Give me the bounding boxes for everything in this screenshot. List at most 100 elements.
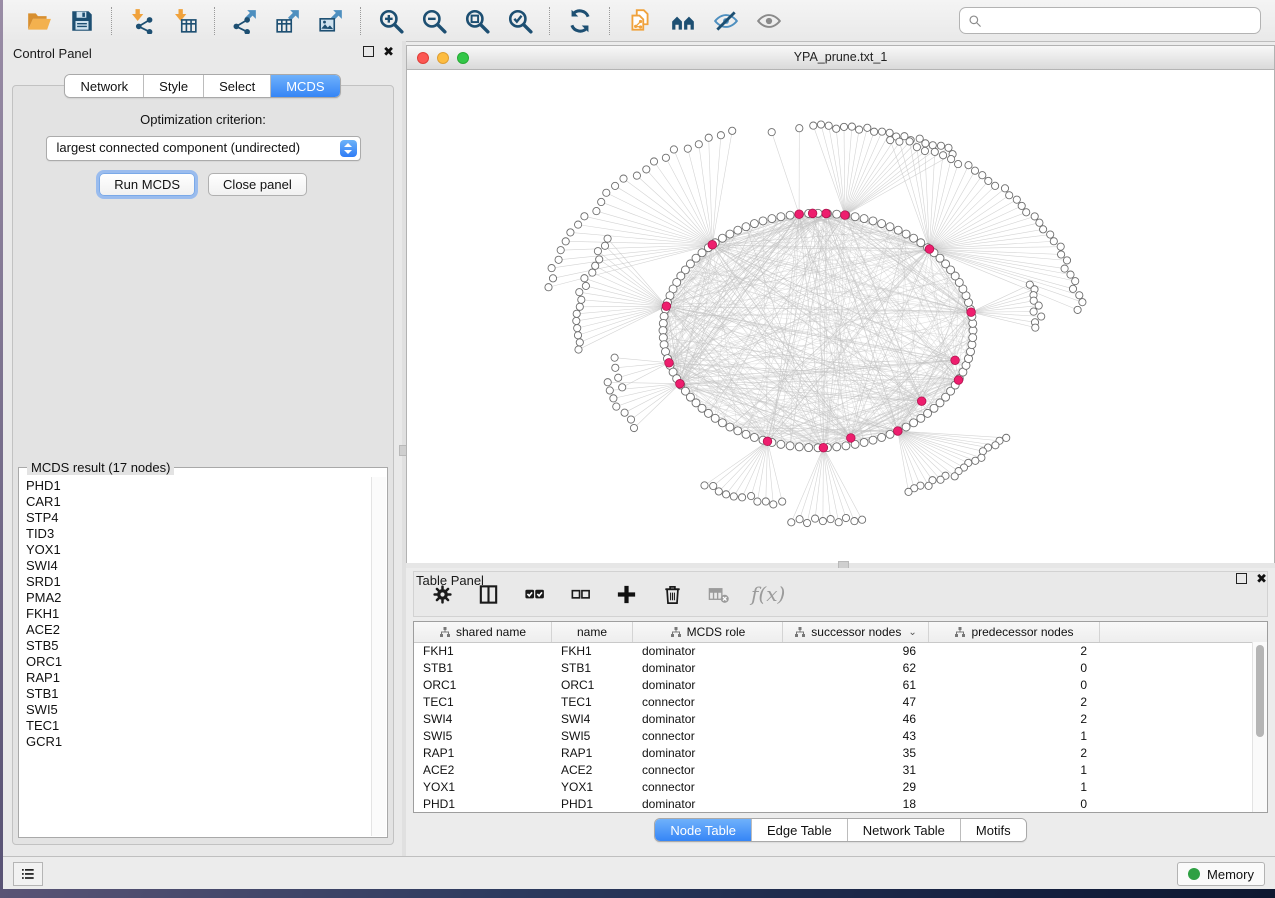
search-box[interactable] (959, 7, 1261, 34)
float-panel-icon[interactable] (363, 46, 374, 57)
table-row[interactable]: TEC1TEC1connector472 (414, 693, 1253, 710)
column-header-predecessor-nodes[interactable]: predecessor nodes (929, 622, 1100, 642)
cell-successors: 43 (783, 729, 929, 743)
export-table-button[interactable] (274, 7, 301, 34)
mcds-result-item[interactable]: STB1 (26, 686, 371, 702)
show-all-button[interactable] (755, 7, 782, 34)
close-panel-icon[interactable]: ✖ (383, 46, 394, 57)
mcds-result-item[interactable]: SWI5 (26, 702, 371, 718)
network-window-title: YPA_prune.txt_1 (407, 46, 1274, 69)
mcds-result-item[interactable]: FKH1 (26, 606, 371, 622)
mcds-result-item[interactable]: TEC1 (26, 718, 371, 734)
cell-shared_name: STB1 (414, 661, 552, 675)
column-type-icon (439, 626, 451, 638)
sort-indicator-icon: ⌄ (908, 627, 916, 638)
clone-network-button[interactable] (626, 7, 653, 34)
column-header-MCDS-role[interactable]: MCDS role (633, 622, 783, 642)
mcds-result-item[interactable]: STP4 (26, 510, 371, 526)
table-row[interactable]: SWI4SWI4dominator462 (414, 710, 1253, 727)
zoom-selected-button[interactable] (506, 7, 533, 34)
open-file-button[interactable] (25, 7, 52, 34)
table-row[interactable]: RAP1RAP1dominator352 (414, 744, 1253, 761)
cell-role: connector (633, 780, 783, 794)
tab-style[interactable]: Style (144, 75, 204, 97)
network-canvas[interactable] (407, 70, 1274, 564)
tab-network[interactable]: Network (65, 75, 144, 97)
first-neighbors-button[interactable] (669, 7, 696, 34)
table-scrollbar[interactable] (1252, 642, 1267, 812)
table-row[interactable]: YOX1YOX1connector291 (414, 778, 1253, 795)
mcds-result-groupbox: MCDS result (17 nodes) PHD1CAR1STP4TID3Y… (18, 467, 388, 838)
tab-select[interactable]: Select (204, 75, 271, 97)
table-row[interactable]: STB1STB1dominator620 (414, 659, 1253, 676)
first-neighbors-icon (670, 8, 696, 34)
memory-button[interactable]: Memory (1177, 862, 1265, 886)
column-type-icon (794, 626, 806, 638)
mcds-result-item[interactable]: YOX1 (26, 542, 371, 558)
window-minimize-icon[interactable] (437, 52, 449, 64)
search-input[interactable] (988, 12, 1252, 29)
table-row[interactable]: FKH1FKH1dominator962 (414, 642, 1253, 659)
zoom-in-button[interactable] (377, 7, 404, 34)
optimization-criterion-dropdown[interactable]: largest connected component (undirected) (46, 136, 361, 161)
zoom-out-button[interactable] (420, 7, 447, 34)
run-mcds-button[interactable]: Run MCDS (99, 173, 195, 196)
optimization-criterion-label: Optimization criterion: (13, 112, 393, 127)
column-header-filler (1100, 622, 1267, 642)
clone-network-icon (627, 8, 653, 34)
mcds-result-item[interactable]: PMA2 (26, 590, 371, 606)
export-network-button[interactable] (231, 7, 258, 34)
cell-successors: 31 (783, 763, 929, 777)
table-tab-node-table[interactable]: Node Table (655, 819, 752, 841)
mcds-result-item[interactable]: ACE2 (26, 622, 371, 638)
column-header-name[interactable]: name (552, 622, 633, 642)
cell-successors: 18 (783, 797, 929, 811)
close-table-panel-icon[interactable]: ✖ (1256, 573, 1267, 584)
table-tab-edge-table[interactable]: Edge Table (752, 819, 848, 841)
mcds-result-item[interactable]: ORC1 (26, 654, 371, 670)
table-row[interactable]: PHD1PHD1dominator180 (414, 795, 1253, 812)
column-header-successor-nodes[interactable]: successor nodes⌄ (783, 622, 929, 642)
tab-mcds[interactable]: MCDS (271, 75, 339, 97)
table-tab-motifs[interactable]: Motifs (961, 819, 1026, 841)
table-scrollbar-thumb[interactable] (1256, 645, 1264, 737)
column-header-shared-name[interactable]: shared name (414, 622, 552, 642)
zoom-fit-button[interactable] (463, 7, 490, 34)
export-image-button[interactable] (317, 7, 344, 34)
window-close-icon[interactable] (417, 52, 429, 64)
refresh-layout-button[interactable] (566, 7, 593, 34)
table-row[interactable]: SWI5SWI5connector431 (414, 727, 1253, 744)
table-row[interactable]: ORC1ORC1dominator610 (414, 676, 1253, 693)
mcds-result-item[interactable]: TID3 (26, 526, 371, 542)
hide-selected-icon (713, 8, 739, 34)
cell-role: dominator (633, 712, 783, 726)
mcds-result-item[interactable]: SRD1 (26, 574, 371, 590)
mcds-result-item[interactable]: PHD1 (26, 478, 371, 494)
mcds-result-item[interactable]: RAP1 (26, 670, 371, 686)
cell-predecessors: 2 (929, 746, 1100, 760)
save-session-button[interactable] (68, 7, 95, 34)
table-tab-network-table[interactable]: Network Table (848, 819, 961, 841)
import-network-button[interactable] (128, 7, 155, 34)
network-window-titlebar[interactable]: YPA_prune.txt_1 (407, 46, 1274, 70)
hide-selected-button[interactable] (712, 7, 739, 34)
close-panel-button[interactable]: Close panel (208, 173, 307, 196)
cell-name: SWI5 (552, 729, 633, 743)
import-table-button[interactable] (171, 7, 198, 34)
toolbar-group (550, 7, 609, 34)
window-zoom-icon[interactable] (457, 52, 469, 64)
mcds-result-item[interactable]: GCR1 (26, 734, 371, 750)
cell-role: connector (633, 729, 783, 743)
table-tabs: Node TableEdge TableNetwork TableMotifs (406, 818, 1275, 842)
float-table-panel-icon[interactable] (1236, 573, 1247, 584)
task-history-button[interactable] (13, 862, 43, 886)
open-file-icon (26, 8, 52, 34)
table-row[interactable]: ACE2ACE2connector311 (414, 761, 1253, 778)
main-area: Control Panel ✖ NetworkStyleSelectMCDS O… (3, 41, 1275, 857)
mcds-result-item[interactable]: STB5 (26, 638, 371, 654)
mcds-list-scrollbar[interactable] (371, 477, 386, 836)
mcds-result-item[interactable]: CAR1 (26, 494, 371, 510)
mcds-result-item[interactable]: SWI4 (26, 558, 371, 574)
cell-role: dominator (633, 644, 783, 658)
zoom-selected-icon (507, 8, 533, 34)
